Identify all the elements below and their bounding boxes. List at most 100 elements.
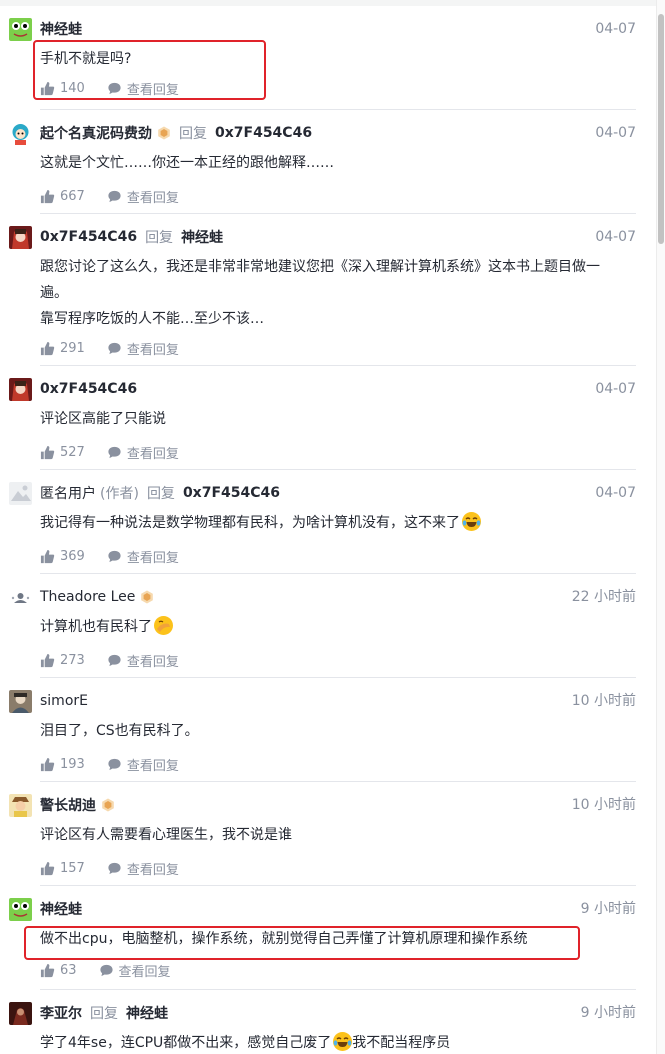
username[interactable]: 神经蛙 — [40, 19, 82, 39]
comment-meta: 0x7F454C46 — [40, 378, 137, 400]
comment-meta: 0x7F454C46 回复 神经蛙 — [40, 226, 223, 248]
like-count: 527 — [60, 444, 85, 460]
highlight-box — [33, 40, 266, 100]
reply-word: 回复 — [145, 230, 174, 246]
username[interactable]: 李亚尔 — [40, 1003, 82, 1023]
comment-actions: 369 查看回复 — [40, 546, 201, 566]
avatar[interactable] — [9, 690, 32, 713]
comment-item: 0x7F454C46 04-07 评论区高能了只能说 527 查看回复 — [0, 366, 656, 470]
username[interactable]: 匿名用户 — [40, 483, 96, 503]
like-button[interactable]: 157 — [40, 861, 85, 876]
comment-line: 评论区有人需要看心理医生，我不说是谁 — [40, 827, 292, 843]
username[interactable]: 警长胡迪 — [40, 795, 96, 815]
view-replies-button[interactable]: 查看回复 — [107, 443, 179, 462]
view-replies-button[interactable]: 查看回复 — [107, 547, 179, 566]
author-tag: (作者) — [100, 486, 139, 502]
avatar[interactable] — [9, 378, 32, 401]
comment-text: 学了4年se，连CPU都做不出来，感觉自己废了 我不配当程序员 — [40, 1030, 640, 1054]
comment-actions: 667 查看回复 — [40, 186, 201, 206]
avatar[interactable] — [9, 226, 32, 249]
comment-actions: 273 查看回复 — [40, 650, 201, 670]
avatar[interactable] — [9, 794, 32, 817]
like-count: 369 — [60, 548, 85, 564]
reply-target-username[interactable]: 0x7F454C46 — [183, 485, 280, 501]
avatar[interactable] — [9, 898, 32, 921]
avatar[interactable] — [9, 18, 32, 41]
view-replies-label: 查看回复 — [126, 190, 179, 206]
like-count: 273 — [60, 652, 85, 668]
like-count: 667 — [60, 188, 85, 204]
laugh-cry-emoji-icon — [333, 1032, 353, 1051]
reply-target-username[interactable]: 0x7F454C46 — [215, 125, 312, 141]
reply-word: 回复 — [146, 486, 175, 502]
username[interactable]: 0x7F454C46 — [40, 229, 137, 245]
username[interactable]: 0x7F454C46 — [40, 381, 137, 397]
reply-target-username[interactable]: 神经蛙 — [126, 1003, 168, 1023]
view-replies-label: 查看回复 — [126, 862, 179, 878]
reply-target-username[interactable]: 神经蛙 — [181, 227, 223, 247]
facepalm-emoji-icon — [154, 616, 173, 635]
like-button[interactable]: 193 — [40, 757, 85, 772]
comment-meta: 匿名用户 (作者) 回复 0x7F454C46 — [40, 482, 280, 504]
avatar[interactable] — [9, 586, 32, 609]
comment-text: 这就是个文忙……你还一本正经的跟他解释…… — [40, 150, 640, 176]
comment-actions: 193 查看回复 — [40, 754, 201, 774]
comment-actions: 527 查看回复 — [40, 442, 201, 462]
level-badge-icon — [141, 590, 154, 604]
comment-meta: 警长胡迪 — [40, 794, 115, 816]
thumbs-up-icon — [40, 861, 55, 875]
username[interactable]: 起个名真泥码费劲 — [40, 123, 152, 143]
view-replies-button[interactable]: 查看回复 — [107, 755, 179, 774]
view-replies-button[interactable]: 查看回复 — [107, 859, 179, 878]
comment-line: 这就是个文忙……你还一本正经的跟他解释…… — [40, 155, 334, 171]
view-replies-button[interactable]: 查看回复 — [99, 961, 171, 980]
reply-word: 回复 — [179, 126, 207, 142]
like-button[interactable]: 63 — [40, 963, 77, 978]
chat-bubble-icon — [108, 550, 121, 562]
comment-meta: 起个名真泥码费劲 回复 0x7F454C46 — [40, 122, 312, 144]
comment-meta: simorE — [40, 690, 88, 712]
comment-line-text: 我记得有一种说法是数学物理都有民科，为啥计算机没有，这不来了 — [40, 515, 460, 531]
comment-line: 靠写程序吃饭的人不能…至少不该… — [40, 311, 264, 327]
view-replies-button[interactable]: 查看回复 — [107, 651, 179, 670]
view-replies-label: 查看回复 — [126, 654, 179, 670]
username[interactable]: 神经蛙 — [40, 899, 82, 919]
comment-text: 计算机也有民科了 — [40, 614, 640, 640]
view-replies-label: 查看回复 — [118, 964, 171, 980]
comment-item: 警长胡迪 10 小时前 评论区有人需要看心理医生，我不说是谁 157 查看回复 — [0, 782, 656, 886]
avatar[interactable] — [9, 482, 32, 505]
comment-line-text: 我不配当程序员 — [352, 1035, 451, 1051]
comment-meta: 神经蛙 — [40, 18, 82, 40]
comment-item: simorE 10 小时前 泪目了，CS也有民科了。 193 查看回复 — [0, 678, 656, 782]
username[interactable]: simorE — [40, 693, 88, 709]
chat-bubble-icon — [108, 758, 121, 770]
like-count: 291 — [60, 340, 85, 356]
comment-text: 评论区有人需要看心理医生，我不说是谁 — [40, 822, 640, 848]
comment-text: 泪目了，CS也有民科了。 — [40, 718, 640, 744]
chat-bubble-icon — [108, 190, 121, 202]
view-replies-button[interactable]: 查看回复 — [107, 187, 179, 206]
comment-item: 起个名真泥码费劲 回复 0x7F454C46 04-07 这就是个文忙……你还一… — [0, 110, 656, 214]
like-button[interactable]: 291 — [40, 341, 85, 356]
view-replies-button[interactable]: 查看回复 — [107, 339, 179, 358]
like-count: 193 — [60, 756, 85, 772]
like-button[interactable]: 527 — [40, 445, 85, 460]
thumbs-up-icon — [40, 341, 55, 355]
comment-line: 遍。 — [40, 285, 68, 301]
like-button[interactable]: 667 — [40, 189, 85, 204]
scrollbar-thumb[interactable] — [658, 14, 664, 244]
scrollbar[interactable] — [656, 0, 665, 1054]
like-button[interactable]: 273 — [40, 653, 85, 668]
comment-actions: 291 查看回复 — [40, 338, 201, 358]
view-replies-label: 查看回复 — [126, 550, 179, 566]
thumbs-up-icon — [40, 757, 55, 771]
thumbs-up-icon — [40, 963, 55, 977]
avatar[interactable] — [9, 122, 32, 145]
comment-meta: 神经蛙 — [40, 898, 82, 920]
chat-bubble-icon — [108, 654, 121, 666]
avatar[interactable] — [9, 1002, 32, 1025]
username[interactable]: Theadore Lee — [40, 589, 135, 605]
like-button[interactable]: 369 — [40, 549, 85, 564]
comment-line: 学了4年se，连CPU都做不出来，感觉自己废了 我不配当程序员 — [40, 1030, 640, 1054]
comment-text: 评论区高能了只能说 — [40, 406, 640, 432]
